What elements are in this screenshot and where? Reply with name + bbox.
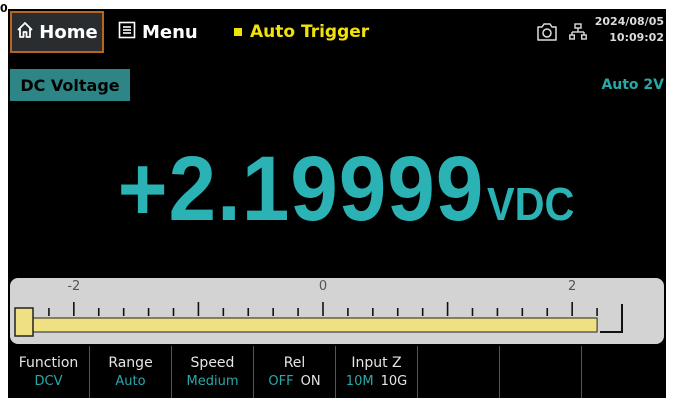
softkey-empty[interactable]	[582, 346, 666, 398]
softkey-empty[interactable]	[500, 346, 582, 398]
softkey-options: OFF ON	[268, 373, 320, 391]
bar-graph-end-bracket	[600, 304, 623, 333]
home-label: Home	[39, 21, 98, 43]
menu-icon	[118, 21, 142, 44]
home-icon	[16, 21, 39, 44]
time-text: 10:09:02	[609, 31, 664, 44]
home-button[interactable]: Home	[10, 11, 104, 53]
softkey-label: Speed	[190, 355, 235, 371]
softkey-label: Input Z	[351, 355, 402, 371]
bar-graph-svg: -2 0 2	[14, 279, 623, 337]
softkey-options: 10M 10G	[346, 373, 407, 391]
corner-mark: 0	[0, 2, 8, 15]
softkey-label: Function	[18, 355, 79, 371]
softkey-label: Rel	[283, 355, 306, 371]
network-icon	[569, 23, 587, 45]
reading-value: +2.19999	[117, 138, 485, 240]
softkey-option: 10M	[345, 374, 374, 389]
top-bar: Home Menu Auto Trigger 2024/08/05 10:09:…	[8, 9, 666, 55]
meter-screen: Home Menu Auto Trigger 2024/08/05 10:09:…	[8, 9, 666, 398]
menu-button[interactable]: Menu	[118, 11, 198, 53]
softkey-input-z[interactable]: Input Z 10M 10G	[336, 346, 418, 398]
softkey-option: OFF	[268, 374, 294, 389]
softkey-empty[interactable]	[418, 346, 500, 398]
bar-graph-scale-label: -2	[67, 279, 80, 294]
softkey-function[interactable]: Function DCV	[8, 346, 90, 398]
bar-graph-scale-label: 0	[319, 279, 327, 294]
softkey-bar: Function DCV Range Auto Speed Medium Rel OFF ON I…	[8, 346, 666, 398]
softkey-speed[interactable]: Speed Medium	[172, 346, 254, 398]
date-text: 2024/08/05	[594, 15, 664, 28]
softkey-value: Medium	[186, 374, 239, 389]
softkey-option: ON	[300, 374, 321, 389]
softkey-label: Range	[108, 355, 153, 371]
function-tag: DC Voltage	[10, 69, 130, 101]
camera-icon[interactable]	[536, 22, 558, 46]
softkey-rel[interactable]: Rel OFF ON	[254, 346, 336, 398]
bar-graph-fill	[23, 317, 598, 333]
softkey-value: Auto	[115, 374, 146, 389]
menu-label: Menu	[142, 21, 198, 43]
bar-graph-start-marker	[14, 307, 34, 337]
softkey-range[interactable]: Range Auto	[90, 346, 172, 398]
softkey-option: 10G	[380, 374, 408, 389]
trigger-indicator-icon	[234, 28, 242, 36]
bar-graph: -2 0 2	[10, 278, 664, 344]
datetime: 2024/08/05 10:09:02	[592, 14, 664, 46]
main-reading: +2.19999VDC	[8, 139, 666, 239]
trigger-status: Auto Trigger	[234, 11, 369, 53]
range-tag: Auto 2V	[601, 77, 664, 93]
reading-unit: VDC	[486, 178, 574, 230]
trigger-label: Auto Trigger	[250, 22, 370, 42]
softkey-value: DCV	[34, 374, 63, 389]
bar-graph-scale-label: 2	[568, 279, 576, 294]
